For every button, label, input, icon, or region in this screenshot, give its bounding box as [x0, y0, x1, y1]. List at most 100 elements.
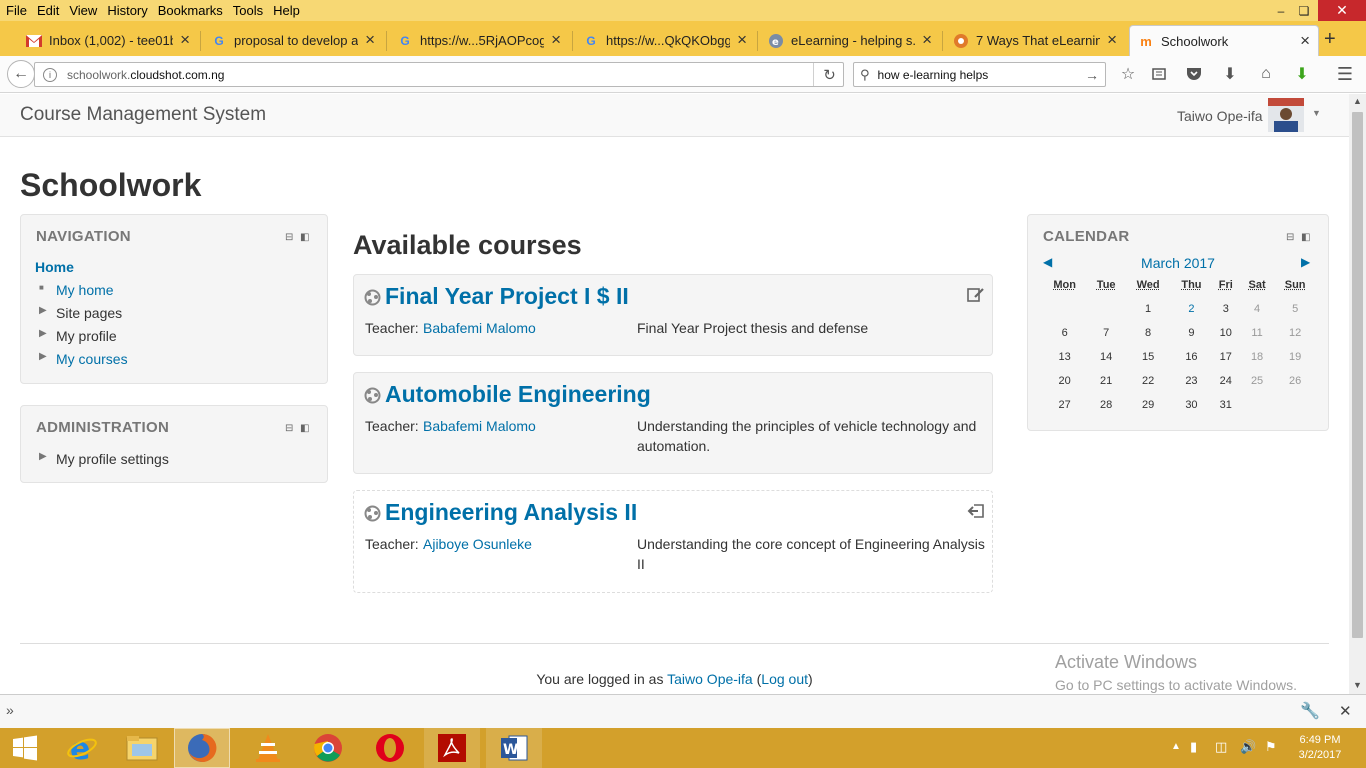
footer-user-link[interactable]: Taiwo Ope-ifa — [667, 671, 753, 687]
wrench-icon[interactable]: 🔧 — [1300, 701, 1320, 721]
home-icon[interactable]: ⌂ — [1255, 64, 1277, 84]
nav-site-pages[interactable]: Site pages — [56, 304, 122, 322]
minimize-block-icon[interactable]: ⊟ — [285, 232, 293, 243]
close-icon[interactable]: × — [365, 31, 375, 49]
acrobat-icon[interactable] — [424, 728, 480, 768]
admin-profile-settings[interactable]: My profile settings — [56, 450, 169, 468]
minimize-block-icon[interactable]: ⊟ — [1286, 232, 1294, 243]
restore-icon[interactable]: ❏ — [1290, 0, 1318, 21]
calendar-day: 8 — [1145, 327, 1152, 339]
menu-bookmarks[interactable]: Bookmarks — [153, 0, 228, 21]
go-arrow-icon[interactable]: → — [1085, 67, 1099, 83]
avatar[interactable] — [1268, 98, 1304, 132]
download-manager-icon[interactable]: ⬇ — [1291, 64, 1313, 84]
windows-start-icon[interactable] — [0, 728, 50, 768]
firefox-icon[interactable] — [174, 728, 230, 768]
tab-7-ways[interactable]: 7 Ways That eLearnin... × — [945, 25, 1125, 56]
dock-block-icon[interactable]: ◧ — [300, 423, 309, 434]
nav-my-courses-link[interactable]: My courses — [56, 350, 128, 368]
download-icon[interactable]: ⬇ — [1219, 64, 1241, 84]
expand-arrow-icon[interactable]: ▶ — [39, 325, 47, 343]
logout-link[interactable]: Log out — [761, 671, 808, 687]
hamburger-menu-icon[interactable]: ☰ — [1334, 64, 1356, 84]
expand-arrow-icon[interactable]: ▶ — [39, 448, 47, 466]
menu-view[interactable]: View — [64, 0, 102, 21]
volume-icon[interactable]: 🔊 — [1240, 739, 1256, 755]
network-signal-icon[interactable]: ▮ — [1190, 739, 1197, 755]
user-name[interactable]: Taiwo Ope-ifa — [1177, 108, 1263, 124]
bookmark-star-icon[interactable]: ☆ — [1117, 64, 1139, 84]
expand-chevron-icon[interactable]: » — [6, 702, 14, 718]
vlc-icon[interactable] — [240, 728, 296, 768]
nav-my-home-link[interactable]: My home — [56, 281, 114, 299]
minimize-block-icon[interactable]: ⊟ — [285, 423, 293, 434]
guest-access-icon[interactable] — [967, 503, 985, 519]
back-icon[interactable]: ← — [7, 60, 35, 88]
internet-explorer-icon[interactable]: e — [54, 728, 110, 768]
new-tab-icon[interactable]: + — [1324, 28, 1336, 51]
tab-elearning[interactable]: e eLearning - helping s... × — [760, 25, 940, 56]
menu-edit[interactable]: Edit — [32, 0, 64, 21]
reload-icon[interactable]: ↻ — [813, 63, 845, 86]
teacher-link[interactable]: Babafemi Malomo — [423, 320, 536, 336]
reading-list-icon[interactable] — [1148, 64, 1170, 84]
menu-help[interactable]: Help — [268, 0, 305, 21]
dock-block-icon[interactable]: ◧ — [1301, 232, 1310, 243]
system-clock[interactable]: 6:49 PM 3/2/2017 — [1290, 733, 1350, 763]
administration-block: ADMINISTRATION ⊟ ◧ ▶ My profile settings — [20, 405, 328, 483]
opera-icon[interactable] — [362, 728, 418, 768]
vertical-scrollbar[interactable]: ▲ ▼ — [1349, 94, 1366, 694]
chrome-icon[interactable] — [300, 728, 356, 768]
menu-file[interactable]: File — [0, 0, 32, 21]
nav-home-link[interactable]: Home — [35, 258, 74, 276]
site-name[interactable]: Course Management System — [20, 104, 266, 126]
next-month-icon[interactable]: ▶ — [1301, 255, 1310, 269]
show-hidden-icons-icon[interactable]: ▲ — [1171, 741, 1181, 752]
close-icon[interactable]: × — [1107, 31, 1117, 49]
teacher-link[interactable]: Ajiboye Osunleke — [423, 536, 532, 552]
tab-google-1[interactable]: G https://w...5RjAOPcog × — [389, 25, 569, 56]
page-title: Schoolwork — [20, 167, 202, 203]
course-name-link[interactable]: Engineering Analysis II — [385, 499, 637, 526]
scrollbar-thumb[interactable] — [1352, 112, 1363, 638]
close-icon[interactable]: × — [180, 31, 190, 49]
course-name-link[interactable]: Automobile Engineering — [385, 381, 651, 408]
tab-title: eLearning - helping s... — [791, 33, 915, 48]
close-icon[interactable]: × — [922, 31, 932, 49]
tab-schoolwork[interactable]: m Schoolwork × — [1129, 25, 1319, 56]
site-header: Course Management System Taiwo Ope-ifa ▼ — [0, 94, 1349, 137]
menu-tools[interactable]: Tools — [228, 0, 268, 21]
close-bar-icon[interactable]: ✕ — [1339, 702, 1352, 720]
file-explorer-icon[interactable] — [114, 728, 170, 768]
tab-google-2[interactable]: G https://w...QkQKObgg × — [575, 25, 755, 56]
word-icon[interactable]: W — [486, 728, 542, 768]
google-icon: G — [214, 33, 224, 48]
url-domain: cloudshot.com.ng — [130, 67, 225, 82]
calendar-month-link[interactable]: March 2017 — [1028, 255, 1328, 271]
search-bar[interactable]: ⚲ how e-learning helps → — [853, 62, 1106, 87]
scroll-up-icon[interactable]: ▲ — [1353, 96, 1362, 106]
expand-arrow-icon[interactable]: ▶ — [39, 302, 47, 320]
scroll-down-icon[interactable]: ▼ — [1353, 680, 1362, 690]
dock-block-icon[interactable]: ◧ — [300, 232, 309, 243]
expand-arrow-icon[interactable]: ▶ — [39, 348, 47, 366]
action-center-flag-icon[interactable]: ⚑ — [1265, 739, 1277, 755]
close-icon[interactable]: × — [551, 31, 561, 49]
tab-inbox[interactable]: Inbox (1,002) - tee01b... × — [18, 25, 198, 56]
battery-icon[interactable]: ◫ — [1215, 739, 1227, 755]
nav-my-profile[interactable]: My profile — [56, 327, 117, 345]
pocket-icon[interactable] — [1183, 64, 1205, 84]
tab-proposal[interactable]: G proposal to develop a... × — [203, 25, 383, 56]
close-icon[interactable]: × — [1300, 32, 1310, 50]
url-bar[interactable]: i schoolwork. cloudshot.com.ng ↻ — [34, 62, 844, 87]
close-window-icon[interactable]: ✕ — [1318, 0, 1366, 21]
close-icon[interactable]: × — [737, 31, 747, 49]
user-menu-caret-icon[interactable]: ▼ — [1312, 108, 1321, 118]
menu-history[interactable]: History — [102, 0, 152, 21]
teacher-link[interactable]: Babafemi Malomo — [423, 418, 536, 434]
info-icon[interactable]: i — [43, 67, 57, 82]
course-name-link[interactable]: Final Year Project I $ II — [385, 283, 629, 310]
calendar-today[interactable]: 2 — [1171, 297, 1211, 321]
self-enrol-icon[interactable] — [967, 287, 985, 303]
search-input[interactable]: how e-learning helps — [878, 68, 989, 82]
